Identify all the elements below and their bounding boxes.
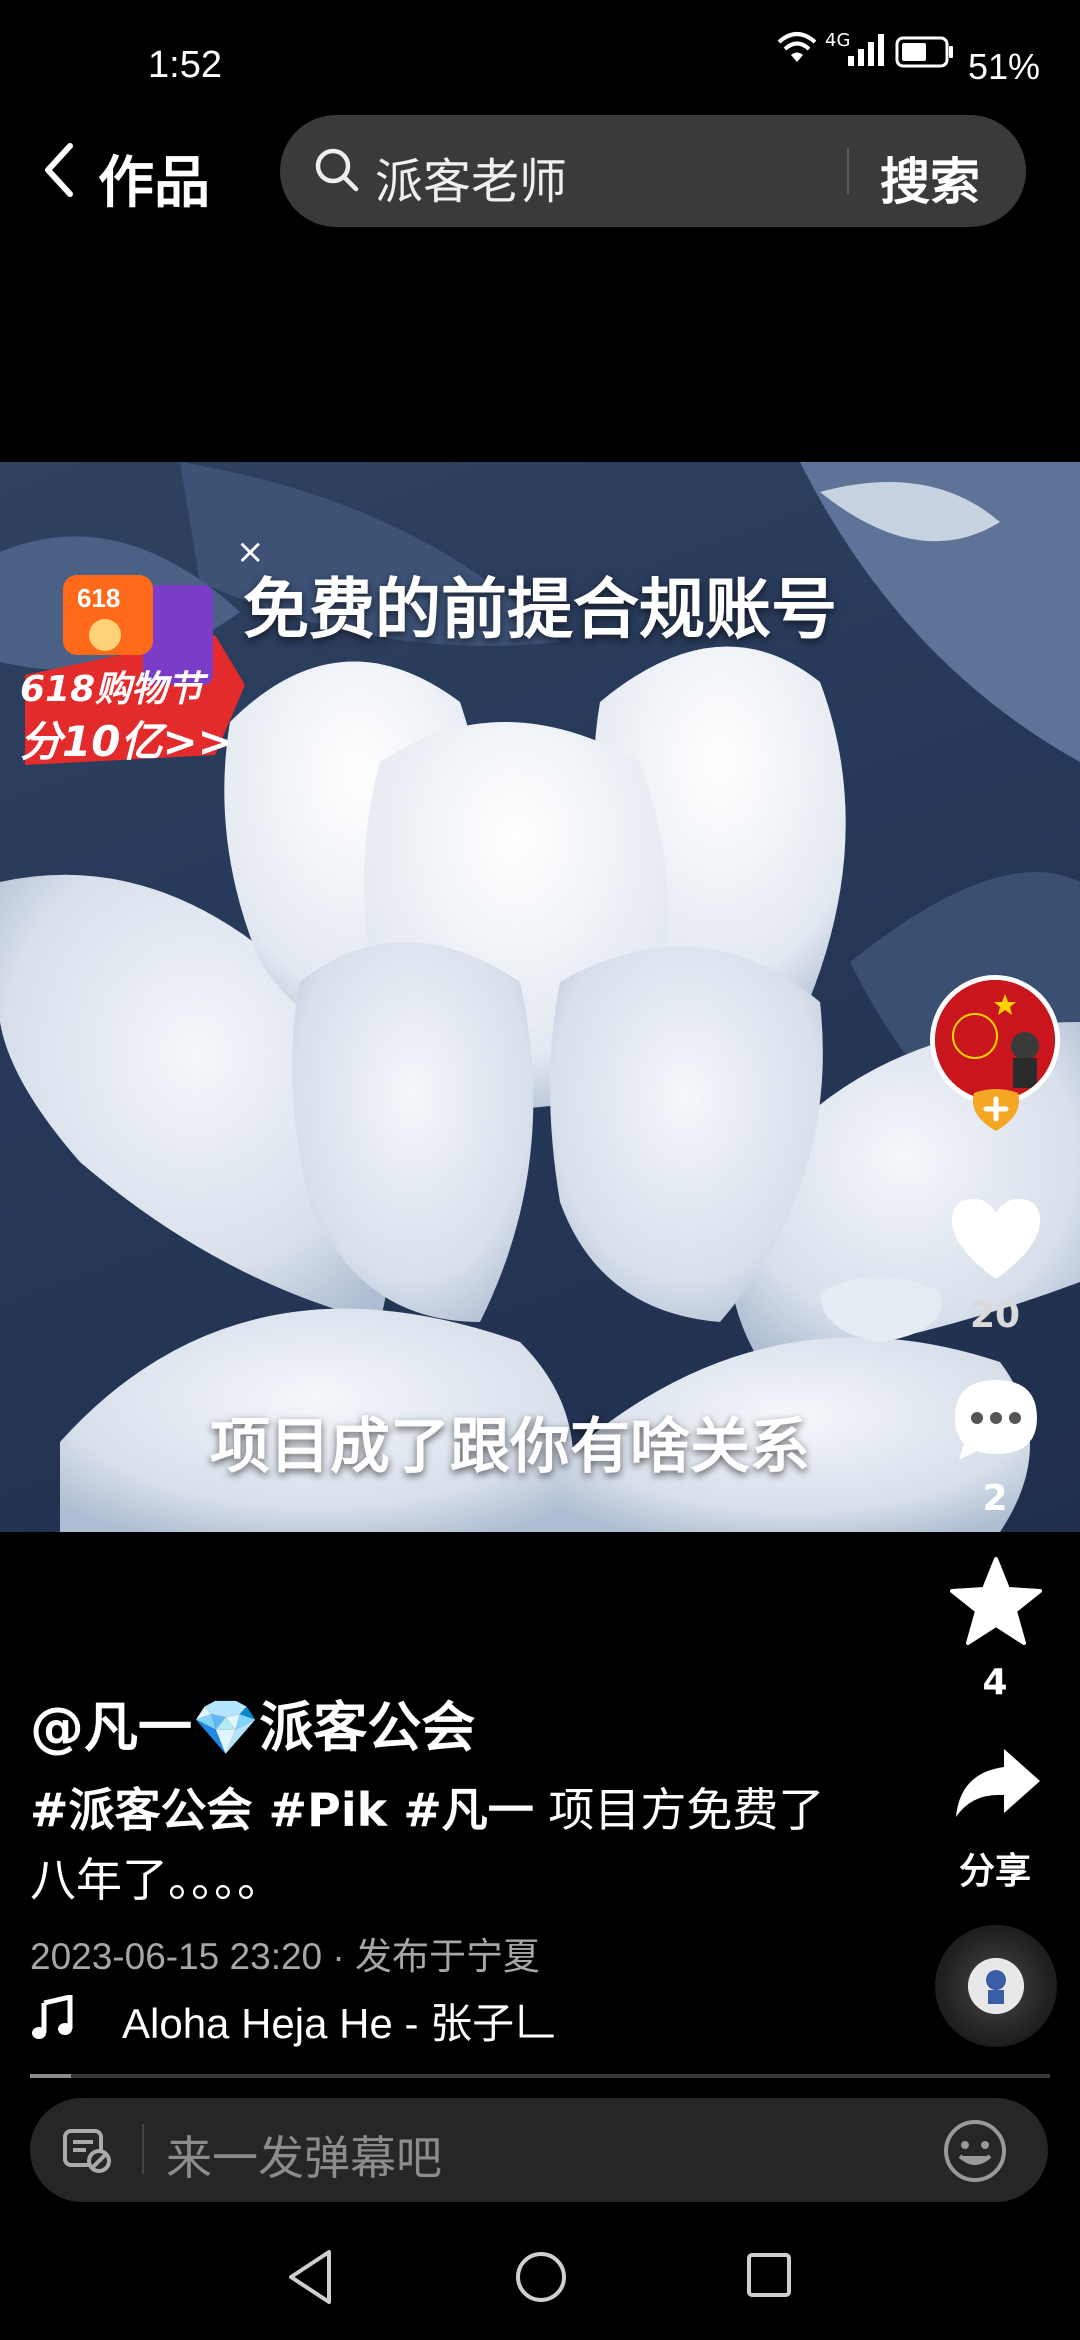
post-meta: 2023-06-15 23:20 · 发布于宁夏 <box>30 1936 541 1977</box>
nav-recents-icon[interactable] <box>746 2252 792 2298</box>
danmu-input[interactable]: 来一发弹幕吧 <box>166 2122 442 2188</box>
comment-icon[interactable] <box>951 1376 1041 1466</box>
music-title[interactable]: Aloha Heja He - 张子𠃊 <box>122 1990 556 2051</box>
follow-plus-icon[interactable] <box>966 1085 1026 1133</box>
search-divider <box>847 148 849 194</box>
emoji-icon[interactable] <box>942 2118 1008 2184</box>
post-hashtags[interactable]: #派客公会 #Pik #凡一 <box>30 1783 534 1837</box>
favorite-star-icon[interactable] <box>948 1555 1044 1647</box>
author-name[interactable]: @凡一💎派客公会 <box>30 1683 475 1762</box>
like-count: 20 <box>969 1295 1021 1336</box>
avatar-image <box>935 980 1055 1100</box>
video-caption-top: 免费的前提合规账号 <box>243 571 837 648</box>
post-text-line2: 八年了。。。。 <box>30 1853 283 1907</box>
danmu-toggle-icon[interactable] <box>62 2126 112 2174</box>
search-button[interactable]: 搜索 <box>880 142 980 214</box>
promo-line1: 618购物节 <box>20 669 204 710</box>
page-title: 作品 <box>98 151 210 216</box>
promo-line2: 分10亿>> <box>20 717 233 766</box>
status-time: 1:52 <box>148 44 222 86</box>
back-arrow-icon[interactable] <box>38 140 88 200</box>
heart-icon[interactable] <box>948 1195 1044 1285</box>
music-cover-image <box>968 1958 1024 2014</box>
battery-icon <box>895 36 953 68</box>
share-label[interactable]: 分享 <box>930 1842 1060 1894</box>
comment-count: 2 <box>982 1478 1008 1519</box>
nav-back-icon[interactable] <box>285 2248 335 2306</box>
share-arrow-icon[interactable] <box>952 1745 1042 1821</box>
status-bar: 1:52 4G 51% <box>0 0 1080 110</box>
video-caption-bottom: 项目成了跟你有啥关系 <box>210 1412 810 1482</box>
battery-percent: 51% <box>967 46 1040 87</box>
search-icon <box>315 148 359 192</box>
post-text-line1: 项目方免费了 <box>533 1783 825 1837</box>
signal-icon <box>848 34 884 66</box>
favorite-count: 4 <box>982 1662 1008 1703</box>
search-input[interactable]: 派客老师 <box>375 142 567 212</box>
wifi-icon <box>777 32 817 62</box>
music-note-icon <box>32 1995 73 2039</box>
nav-home-icon[interactable] <box>514 2250 568 2304</box>
video-progress-track[interactable] <box>30 2074 1050 2078</box>
video-progress-fill <box>30 2074 71 2078</box>
input-divider <box>142 2124 144 2174</box>
network-type: 4G <box>825 30 851 51</box>
post-description: #派客公会 #Pik #凡一 项目方免费了 八年了。。。。 <box>30 1775 830 1915</box>
